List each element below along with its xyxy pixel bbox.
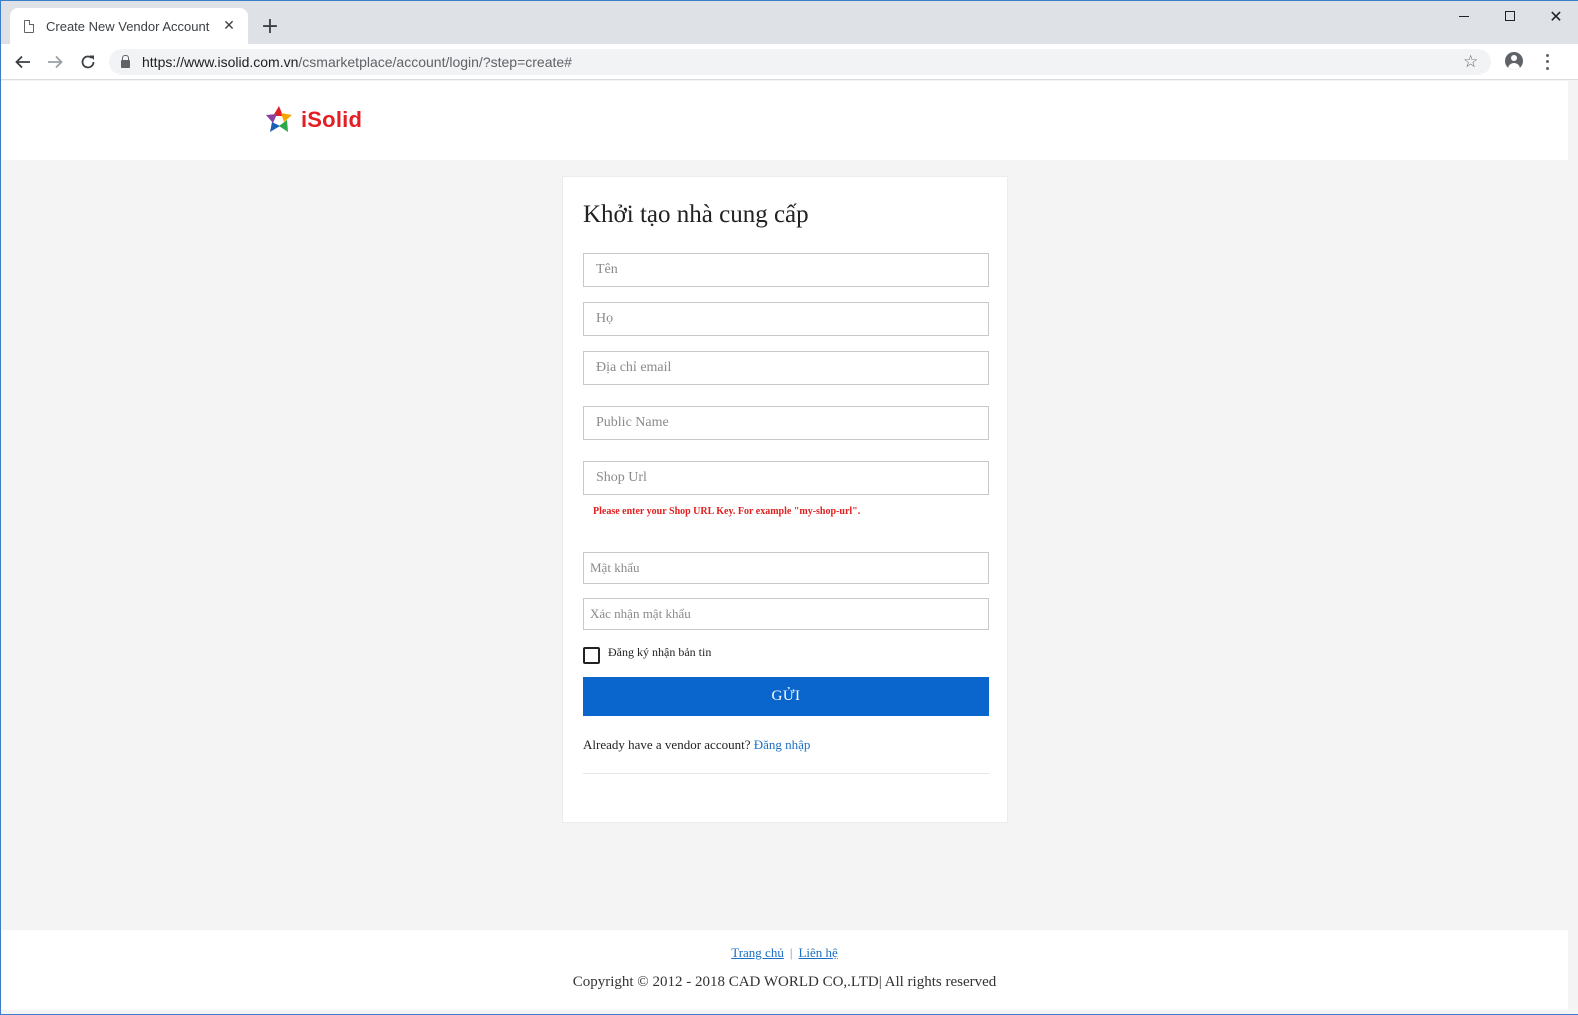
- site-header: iSolid: [1, 81, 1568, 160]
- url-host: https://www.isolid.com.vn: [142, 54, 299, 70]
- logo-text: iSolid: [301, 107, 363, 132]
- shop-url-error: Please enter your Shop URL Key. For exam…: [593, 506, 861, 517]
- newsletter-checkbox[interactable]: [583, 647, 600, 664]
- account-icon[interactable]: [1505, 52, 1523, 70]
- minimize-icon: [1459, 15, 1469, 17]
- close-window-button[interactable]: ✕: [1533, 1, 1578, 31]
- footer-links: Trang chủ | Liên hệ: [1, 945, 1568, 961]
- more-menu-icon[interactable]: [1539, 52, 1555, 72]
- tab-create-vendor-account[interactable]: Create New Vendor Account ✕: [10, 8, 248, 44]
- lock-icon: [121, 55, 130, 68]
- arrow-left-icon: [15, 55, 30, 69]
- newsletter-label: Đăng ký nhận bản tin: [608, 645, 712, 659]
- reload-icon: [81, 55, 95, 69]
- scrollbar-gutter: [1568, 81, 1578, 1010]
- submit-button[interactable]: GỬI: [583, 677, 989, 716]
- last-name-field[interactable]: [583, 302, 989, 336]
- forward-button[interactable]: [41, 48, 69, 76]
- site-logo[interactable]: iSolid: [263, 104, 362, 136]
- close-tab-icon[interactable]: ✕: [216, 13, 242, 39]
- maximize-icon: [1505, 11, 1515, 21]
- reload-button[interactable]: [74, 48, 102, 76]
- footer-separator: |: [789, 945, 793, 960]
- arrow-right-icon: [48, 55, 63, 69]
- back-button[interactable]: [9, 48, 37, 76]
- copyright-text: Copyright © 2012 - 2018 CAD WORLD CO,.LT…: [572, 974, 997, 990]
- shop-url-field[interactable]: [583, 461, 989, 495]
- close-icon: ✕: [1549, 6, 1563, 26]
- login-prompt-text: Already have a vendor account?: [583, 737, 751, 752]
- login-link[interactable]: Đăng nhập: [754, 737, 811, 752]
- minimize-button[interactable]: [1441, 1, 1487, 31]
- newsletter-option: Đăng ký nhận bản tin: [583, 645, 711, 664]
- tab-title: Create New Vendor Account: [46, 18, 210, 34]
- address-bar[interactable]: https://www.isolid.com.vn/csmarketplace/…: [109, 49, 1491, 75]
- url-text: https://www.isolid.com.vn/csmarketplace/…: [142, 54, 572, 70]
- login-prompt: Already have a vendor account? Đăng nhập: [583, 737, 810, 753]
- bookmark-star-icon[interactable]: ☆: [1463, 50, 1478, 74]
- site-footer: Trang chủ | Liên hệ Copyright © 2012 - 201…: [1, 930, 1568, 1010]
- password-field[interactable]: [583, 552, 989, 584]
- browser-toolbar: https://www.isolid.com.vn/csmarketplace/…: [1, 44, 1578, 80]
- vendor-signup-card: Khởi tạo nhà cung cấp Please enter your …: [562, 176, 1008, 823]
- form-title: Khởi tạo nhà cung cấp: [583, 201, 809, 228]
- maximize-button[interactable]: [1487, 1, 1533, 31]
- new-tab-button[interactable]: +: [257, 13, 283, 39]
- isolid-logo-icon: [266, 106, 292, 132]
- confirm-password-field[interactable]: [583, 598, 989, 630]
- page-viewport: iSolid Khởi tạo nhà cung cấp Please ente…: [1, 81, 1568, 1010]
- tab-strip: Create New Vendor Account ✕ + ✕: [1, 1, 1578, 44]
- footer-contact-link[interactable]: Liên hệ: [798, 945, 837, 960]
- first-name-field[interactable]: [583, 253, 989, 287]
- email-field[interactable]: [583, 351, 989, 385]
- url-path: /csmarketplace/account/login/?step=creat…: [298, 54, 572, 70]
- footer-home-link[interactable]: Trang chủ: [731, 945, 784, 960]
- page-icon: [24, 19, 34, 33]
- public-name-field[interactable]: [583, 406, 989, 440]
- browser-window: Create New Vendor Account ✕ + ✕ https://…: [0, 0, 1578, 1015]
- card-divider: [583, 773, 989, 774]
